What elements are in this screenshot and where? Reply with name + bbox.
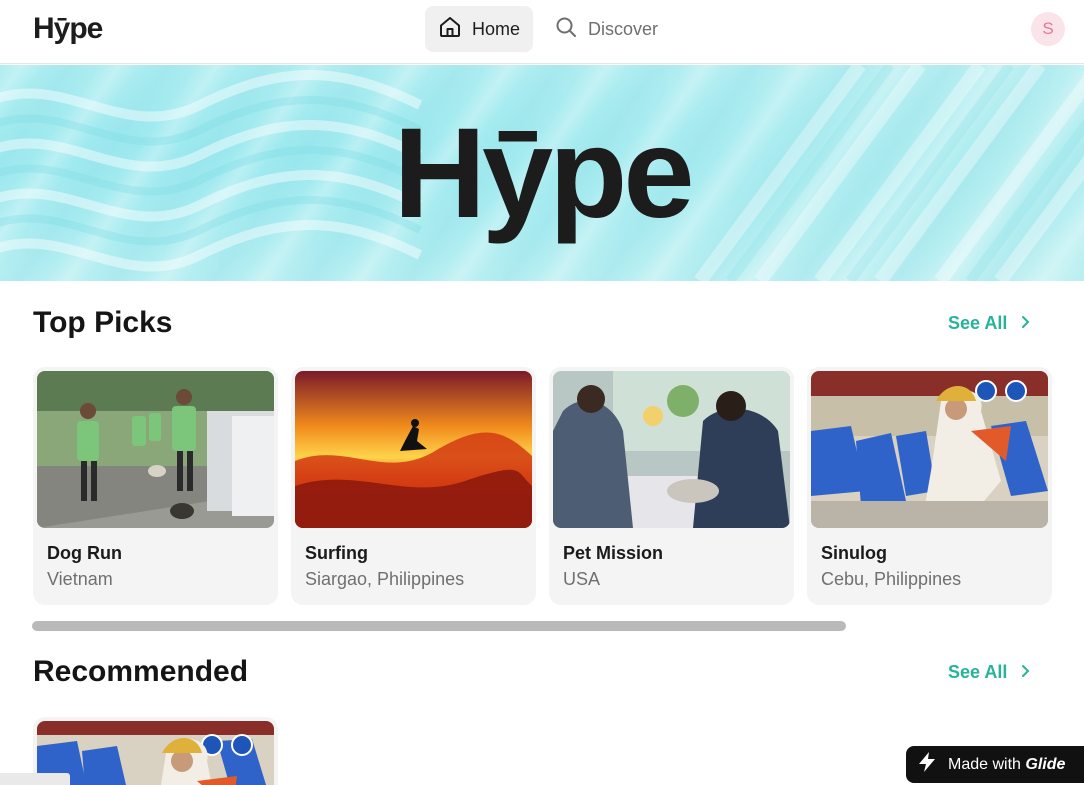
main-nav: Home Discover (425, 6, 671, 52)
card-title: Sinulog (821, 543, 887, 563)
card-title: Pet Mission (563, 543, 664, 563)
card-title: Surfing (305, 543, 368, 563)
top-picks-heading: Top Picks (33, 306, 173, 339)
home-icon (438, 15, 462, 44)
top-picks-see-all-button[interactable]: See All (948, 313, 1033, 334)
glide-logo-icon (916, 751, 938, 778)
badge-text: Made with Glide (948, 755, 1066, 773)
user-avatar[interactable]: S (1031, 12, 1065, 46)
search-icon (554, 15, 578, 44)
nav-home-label: Home (472, 18, 521, 39)
card-image-dog-run (37, 371, 274, 528)
horizontal-scrollbar[interactable] (32, 621, 846, 631)
nav-home[interactable]: Home (425, 6, 534, 52)
card-sinulog[interactable]: Sinulog Cebu, Philippines (807, 367, 1052, 605)
card-pet-mission[interactable]: Pet Mission USA (549, 367, 794, 605)
corner-tab (0, 773, 70, 785)
card-subtitle: USA (563, 569, 601, 589)
card-subtitle: Vietnam (47, 569, 113, 589)
card-image-pet-mission (553, 371, 790, 528)
recommended-heading: Recommended (33, 655, 249, 688)
see-all-label: See All (948, 662, 1008, 682)
nav-discover-label: Discover (588, 18, 659, 39)
card-image-sinulog (811, 371, 1048, 528)
see-all-label: See All (948, 313, 1008, 333)
hero-banner: Hȳpe (0, 65, 1084, 281)
top-navigation-bar: Hȳpe Home Discover S (0, 0, 1084, 64)
hero-title: Hȳpe (393, 101, 695, 245)
card-title: Dog Run (47, 543, 122, 563)
chevron-right-icon (1019, 662, 1033, 683)
made-with-glide-badge[interactable]: Made with Glide (906, 746, 1084, 783)
card-subtitle: Cebu, Philippines (821, 569, 962, 589)
recommended-see-all-button[interactable]: See All (948, 662, 1033, 683)
nav-discover[interactable]: Discover (541, 6, 671, 52)
card-surfing[interactable]: Surfing Siargao, Philippines (291, 367, 536, 605)
chevron-right-icon (1019, 313, 1033, 334)
card-subtitle: Siargao, Philippines (305, 569, 465, 589)
recommended-card-image (37, 721, 274, 785)
card-dog-run[interactable]: Dog Run Vietnam (33, 367, 278, 605)
card-image-surfing (295, 371, 532, 528)
app-logo[interactable]: Hȳpe (33, 9, 103, 49)
